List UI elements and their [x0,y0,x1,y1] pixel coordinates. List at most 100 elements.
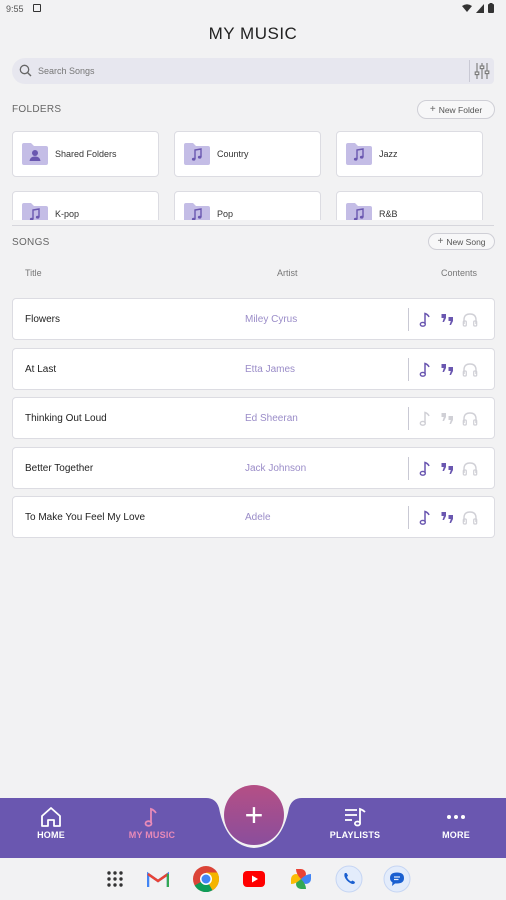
more-dots-icon [447,815,465,819]
headphones-icon[interactable] [462,411,478,426]
song-title: Flowers [25,314,61,325]
headphones-icon[interactable] [462,362,478,377]
column-header-contents: Contents [441,268,478,278]
search-icon [19,64,32,77]
row-divider [408,506,409,529]
folder-card-pop[interactable]: Pop [174,191,321,220]
music-folder-icon [184,143,210,165]
plus-icon: + [429,104,436,115]
sheet-music-note-icon[interactable] [419,411,431,426]
song-title: At Last [25,363,57,375]
sheet-music-note-icon[interactable] [419,361,431,377]
plus-icon: + [437,236,444,247]
filter-divider [469,60,470,82]
chrome-icon[interactable] [191,864,221,894]
folders-section-label: FOLDERS [12,104,62,115]
row-divider [408,407,409,430]
youtube-icon[interactable] [239,864,269,894]
lyrics-quote-icon[interactable] [440,411,456,426]
new-folder-label: New Folder [438,104,483,115]
folder-name: Jazz [379,149,398,159]
add-fab-button[interactable]: + [224,785,284,845]
music-folder-icon [184,203,210,220]
folder-name: Shared Folders [55,149,117,159]
photos-icon[interactable] [286,864,316,894]
signal-icon [476,3,484,13]
sheet-music-note-icon[interactable] [419,510,431,525]
status-bar: 9:55 [0,0,506,18]
song-title: To Make You Feel My Love [25,512,146,523]
app-drawer-icon[interactable] [100,864,130,894]
status-time: 9:55 [6,4,24,14]
song-artist: Etta James [245,363,296,375]
lyrics-quote-icon[interactable] [440,362,456,377]
nav-my-music[interactable]: MY MUSIC [117,806,187,840]
folders-scroll-area[interactable]: K-pop Pop R&B [0,186,506,220]
music-folder-icon [22,203,48,220]
sheet-music-note-icon[interactable] [419,460,431,476]
song-row[interactable]: To Make You Feel My Love Adele [12,496,495,538]
folder-card-kpop[interactable]: K-pop [12,191,159,220]
nav-home[interactable]: HOME [16,806,86,840]
wifi-icon [462,3,472,12]
song-row[interactable]: Better Together Jack Johnson [12,446,495,489]
headphones-icon[interactable] [462,461,478,476]
column-header-title[interactable]: Title [25,268,42,278]
new-song-button[interactable]: + New Song [428,233,495,250]
song-artist: Ed Sheeran [245,413,298,424]
folder-name: K-pop [55,209,80,219]
lyrics-quote-icon[interactable] [440,312,456,327]
system-dock [0,858,506,900]
nav-more[interactable]: MORE [421,806,491,840]
song-row[interactable]: Thinking Out Loud Ed Sheeran [12,397,495,439]
home-icon [41,807,61,827]
song-artist: Adele [245,512,271,523]
nav-playlists-label: PLAYLISTS [329,830,381,840]
new-song-label: New Song [446,236,486,247]
gmail-icon[interactable] [143,864,173,894]
status-icons [462,3,494,13]
nav-more-label: MORE [442,830,470,840]
folder-name: R&B [379,209,398,219]
column-header-artist[interactable]: Artist [277,268,298,278]
search-input[interactable] [38,62,468,80]
lyrics-quote-icon[interactable] [440,461,456,476]
playlist-icon [345,807,366,827]
folder-name: Country [217,149,249,159]
folder-card-rnb[interactable]: R&B [336,191,483,220]
song-title: Thinking Out Loud [25,413,107,424]
battery-icon [488,3,494,13]
sheet-music-note-icon[interactable] [419,312,431,327]
song-artist: Miley Cyrus [245,314,298,325]
headphones-icon[interactable] [462,510,478,525]
row-divider [408,357,409,381]
folder-card-jazz[interactable]: Jazz [336,131,483,177]
filter-sliders-icon[interactable] [474,62,490,80]
person-folder-icon [22,143,48,165]
folder-card-country[interactable]: Country [174,131,321,177]
song-title: Better Together [25,462,94,474]
section-divider [12,225,494,226]
song-row[interactable]: Flowers Miley Cyrus [12,298,495,340]
notification-icon [33,4,41,12]
lyrics-quote-icon[interactable] [440,510,456,525]
music-folder-icon [346,143,372,165]
headphones-icon[interactable] [462,312,478,327]
messages-icon[interactable] [382,864,412,894]
folder-name: Pop [217,209,234,219]
page-title: MY MUSIC [208,24,298,43]
row-divider [408,308,409,331]
music-folder-icon [346,203,372,220]
plus-icon: + [244,797,264,833]
nav-home-label: HOME [37,830,65,840]
songs-section-label: SONGS [12,237,50,248]
search-bar[interactable] [12,58,494,84]
folder-card-shared-folders[interactable]: Shared Folders [12,131,159,177]
row-divider [408,456,409,480]
new-folder-button[interactable]: + New Folder [417,100,495,119]
nav-my-music-label: MY MUSIC [128,830,176,840]
phone-icon[interactable] [334,864,364,894]
music-note-icon [144,807,157,827]
nav-playlists[interactable]: PLAYLISTS [320,806,390,840]
song-row[interactable]: At Last Etta James [12,347,495,390]
